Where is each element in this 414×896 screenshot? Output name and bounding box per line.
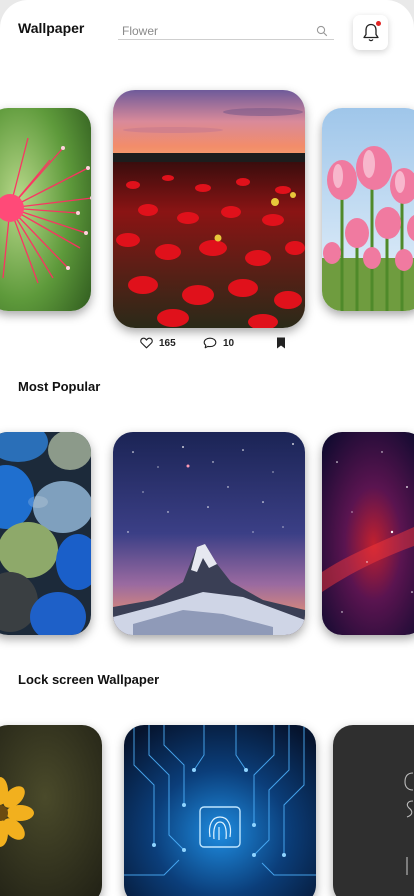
featured-card-pink-flower[interactable] — [0, 108, 91, 311]
wallpaper-screen: Wallpaper Flower 165 10 Most Popular Loc… — [0, 0, 414, 896]
notification-dot — [376, 21, 381, 26]
comment-count: 10 — [223, 337, 235, 349]
search-bar[interactable] — [118, 22, 334, 40]
lock-card-circuit-fingerprint[interactable] — [124, 725, 316, 896]
bookmark-icon[interactable] — [276, 337, 286, 349]
popular-card-starry-mountain[interactable] — [113, 432, 305, 635]
bookmark-stat[interactable] — [276, 337, 286, 349]
featured-card-tulips[interactable] — [322, 108, 414, 311]
like-count: 165 — [159, 337, 176, 349]
search-input[interactable] — [118, 22, 308, 40]
search-icon[interactable] — [316, 25, 328, 37]
lock-card-yellow-flower[interactable] — [0, 725, 102, 896]
featured-card-poppy-field[interactable] — [113, 90, 305, 328]
comment-icon[interactable] — [203, 337, 217, 349]
like-stat[interactable]: 165 — [140, 337, 176, 349]
popular-card-nebula[interactable] — [322, 432, 414, 635]
featured-stats: 165 10 — [0, 337, 414, 353]
lock-card-dark-quote[interactable] — [333, 725, 414, 896]
lock-screen-title: Lock screen Wallpaper — [18, 672, 160, 687]
header: Wallpaper — [0, 0, 414, 60]
notifications-button[interactable] — [353, 15, 388, 50]
comment-stat[interactable]: 10 — [203, 337, 234, 349]
popular-card-pebbles[interactable] — [0, 432, 91, 635]
most-popular-title: Most Popular — [18, 379, 101, 394]
heart-icon[interactable] — [140, 337, 153, 349]
page-title: Wallpaper — [18, 20, 85, 36]
